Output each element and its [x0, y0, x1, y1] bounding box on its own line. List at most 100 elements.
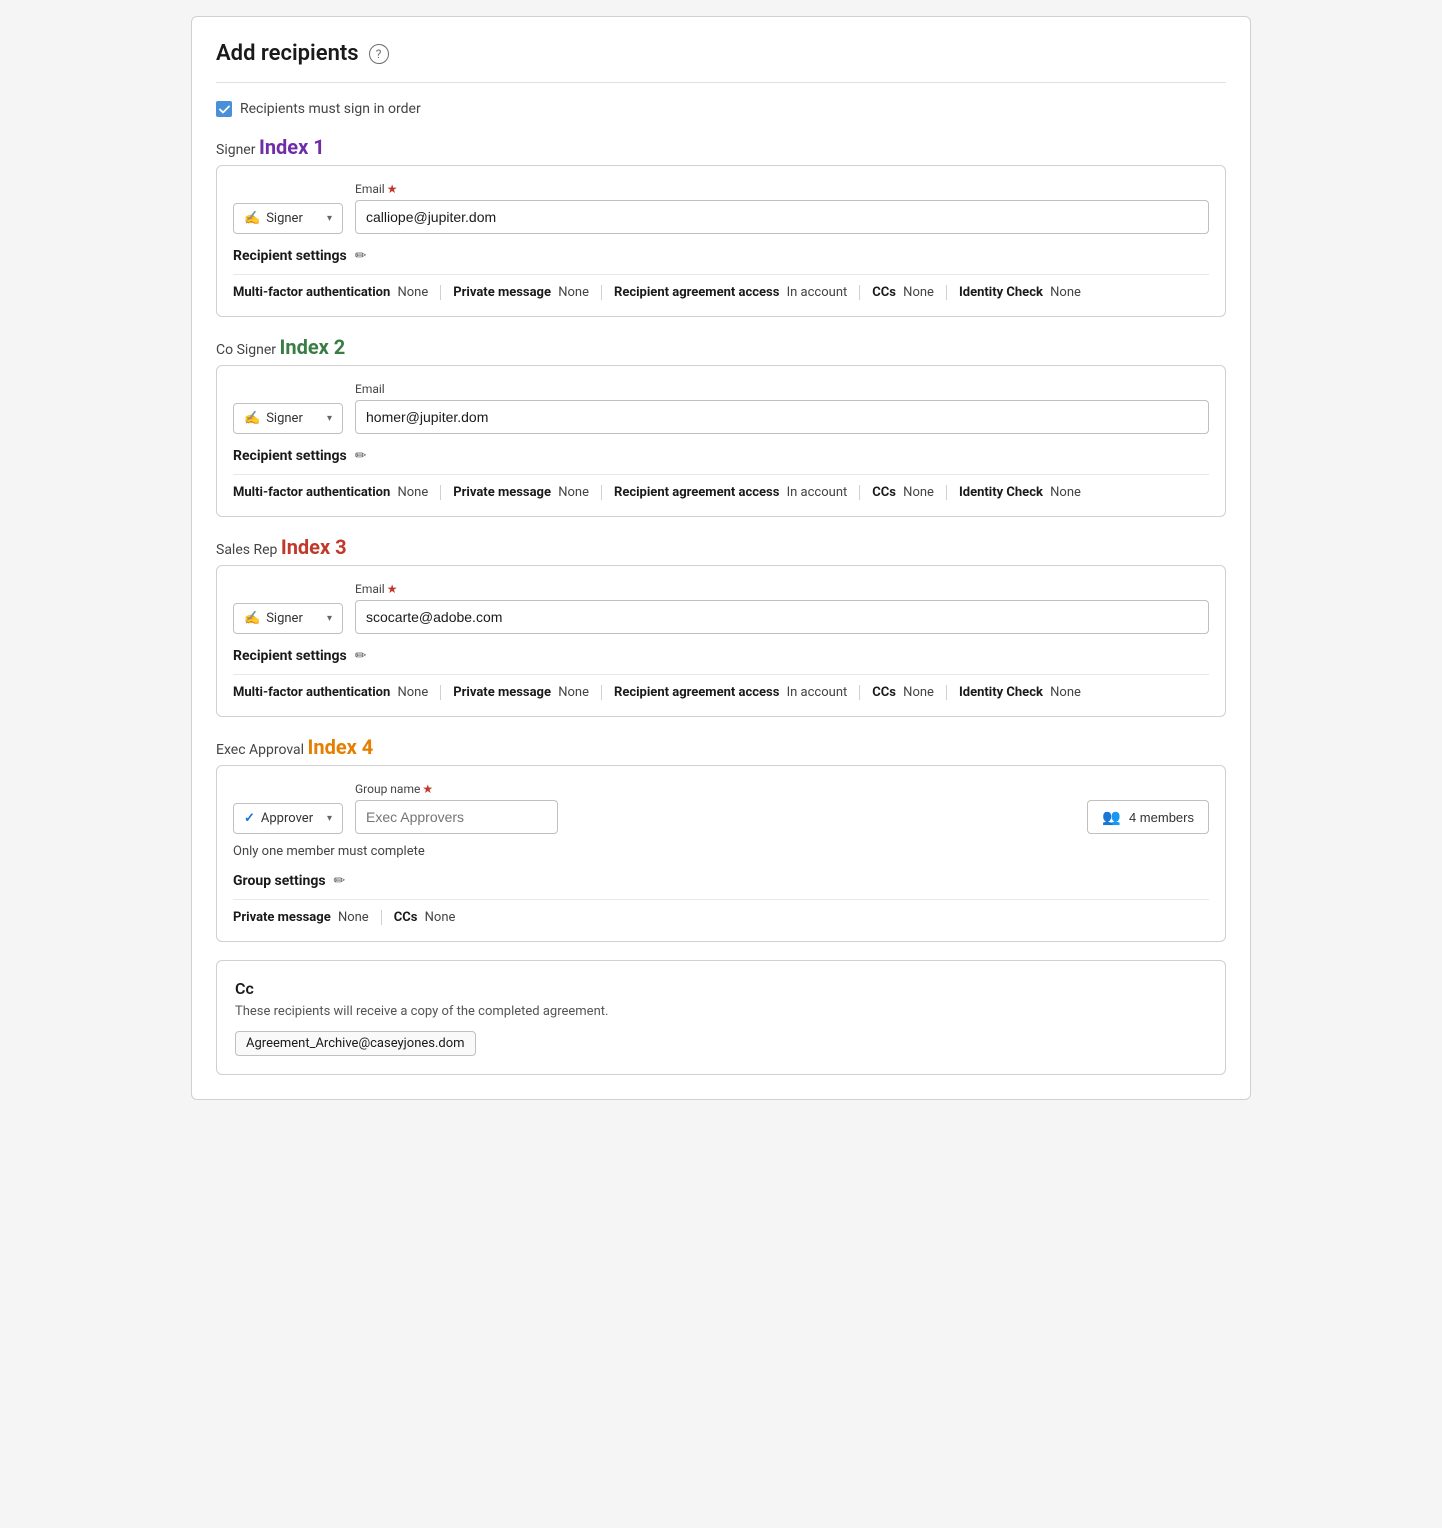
recipient-card-index2: Email ✍ Signer ▾ Email Recipient setting… [216, 365, 1226, 517]
meta-key: Identity Check [959, 685, 1043, 700]
settings-row-index3: Recipient settings ✏ [233, 648, 1209, 664]
pen-icon: ✍ [244, 411, 260, 426]
meta-key: Multi-factor authentication [233, 685, 390, 700]
help-icon[interactable]: ? [369, 44, 389, 64]
meta-key: Multi-factor authentication [233, 285, 390, 300]
meta-val: None [1047, 285, 1081, 300]
meta-val: None [335, 910, 369, 925]
meta-item-2: Recipient agreement access In account [614, 285, 860, 300]
meta-item-4: Identity Check None [959, 285, 1093, 300]
meta-item-2: Recipient agreement access In account [614, 485, 860, 500]
meta-key: Private message [453, 685, 551, 700]
meta-item-1: Private message None [453, 485, 602, 500]
meta-key: Private message [233, 910, 331, 925]
meta-val: None [394, 285, 428, 300]
meta-item-0: Private message None [233, 910, 382, 925]
role-value: Signer [266, 611, 303, 626]
cc-title: Cc [235, 979, 1207, 998]
settings-label: Recipient settings [233, 248, 347, 264]
email-input-index3[interactable] [355, 600, 1209, 634]
recipient-meta-index3: Multi-factor authentication None Private … [233, 674, 1209, 700]
index-number: Index 2 [280, 335, 346, 359]
meta-val: None [900, 485, 934, 500]
email-row-index2: Email ✍ Signer ▾ Email [233, 382, 1209, 434]
role-prefix: Co Signer [216, 342, 276, 358]
chevron-down-icon: ▾ [327, 213, 332, 224]
settings-label: Recipient settings [233, 448, 347, 464]
meta-item-3: CCs None [872, 685, 947, 700]
recipient-card-index1: Email ✍ Signer ▾ Email★ Recipient settin… [216, 165, 1226, 317]
meta-item-0: Multi-factor authentication None [233, 685, 441, 700]
group-name-row: Group name ✓ Approver ▾ Group name★ x 👥 … [233, 782, 1209, 834]
settings-label: Recipient settings [233, 648, 347, 664]
group-name-input[interactable] [355, 800, 558, 834]
group-name-label: Group name★ [355, 782, 1075, 796]
meta-val: In account [783, 485, 847, 500]
recipient-meta-index1: Multi-factor authentication NonePrivate … [233, 274, 1209, 300]
role-select-index2[interactable]: ✍ Signer ▾ [233, 403, 343, 434]
pen-icon: ✍ [244, 211, 260, 226]
cc-section: Cc These recipients will receive a copy … [216, 960, 1226, 1075]
email-field-wrap-index1: Email★ [355, 182, 1209, 234]
members-icon: 👥 [1102, 808, 1121, 826]
meta-val: None [555, 285, 589, 300]
role-value: Signer [266, 411, 303, 426]
meta-key: Private message [453, 285, 551, 300]
recipient-block-3: Sales Rep Index 3 Email ✍ Signer ▾ Email★… [216, 535, 1226, 717]
recipient-block-4: Exec Approval Index 4 Group name ✓ Approv… [216, 735, 1226, 942]
meta-key: CCs [872, 285, 896, 300]
sign-order-checkbox[interactable] [216, 101, 232, 117]
page-header: Add recipients ? [216, 41, 1226, 83]
email-row-index3: Email ✍ Signer ▾ Email★ [233, 582, 1209, 634]
edit-icon[interactable]: ✏ [355, 448, 367, 464]
meta-item-1: Private message None [453, 285, 602, 300]
meta-item-0: Multi-factor authentication None [233, 285, 441, 300]
email-label: Email★ [355, 182, 1209, 196]
meta-val: None [900, 285, 934, 300]
chevron-down-icon: ▾ [327, 613, 332, 624]
meta-val: None [421, 910, 455, 925]
role-select-index1[interactable]: ✍ Signer ▾ [233, 203, 343, 234]
meta-val: None [555, 485, 589, 500]
meta-item-1: Private message None [453, 685, 602, 700]
edit-icon[interactable]: ✏ [355, 248, 367, 264]
edit-icon[interactable]: ✏ [334, 873, 346, 889]
meta-key: Recipient agreement access [614, 685, 779, 700]
role-select-index4[interactable]: ✓ Approver ▾ [233, 803, 343, 834]
meta-item-4: Identity Check None [959, 685, 1093, 700]
email-label: Email★ [355, 582, 1209, 596]
members-count-button[interactable]: 👥 4 members [1087, 800, 1209, 834]
role-value: Signer [266, 211, 303, 226]
meta-item-4: Identity Check None [959, 485, 1093, 500]
members-count: 4 members [1129, 810, 1194, 825]
meta-item-3: CCs None [872, 485, 947, 500]
email-input-index1[interactable] [355, 200, 1209, 234]
email-input-index2[interactable] [355, 400, 1209, 434]
meta-val: In account [783, 685, 847, 700]
members-button[interactable]: x 👥 4 members [1087, 782, 1209, 834]
section-label-index1: Signer Index 1 [216, 135, 1226, 159]
meta-key: Identity Check [959, 285, 1043, 300]
cc-email-tag[interactable]: Agreement_Archive@caseyjones.dom [235, 1031, 476, 1056]
edit-icon[interactable]: ✏ [355, 648, 367, 664]
meta-key: Identity Check [959, 485, 1043, 500]
meta-item-1: CCs None [394, 910, 468, 925]
recipient-card-index4: Group name ✓ Approver ▾ Group name★ x 👥 … [216, 765, 1226, 942]
role-select-index3[interactable]: ✍ Signer ▾ [233, 603, 343, 634]
index-number: Index 4 [308, 735, 374, 759]
email-label: Email [355, 382, 1209, 396]
index-number: Index 1 [259, 135, 325, 159]
role-prefix: Signer [216, 142, 255, 158]
email-field-wrap-index2: Email [355, 382, 1209, 434]
role-prefix: Exec Approval [216, 742, 304, 758]
sign-order-row[interactable]: Recipients must sign in order [216, 101, 1226, 117]
role-prefix: Sales Rep [216, 542, 277, 558]
cc-description: These recipients will receive a copy of … [235, 1004, 1207, 1019]
meta-key: Recipient agreement access [614, 485, 779, 500]
role-label-wrap: Email ✍ Signer ▾ [233, 185, 343, 234]
index-number: Index 3 [281, 535, 347, 559]
only-one-message: Only one member must complete [233, 844, 1209, 859]
settings-row-index2: Recipient settings ✏ [233, 448, 1209, 464]
chevron-down-icon: ▾ [327, 813, 332, 824]
meta-val: None [394, 685, 428, 700]
